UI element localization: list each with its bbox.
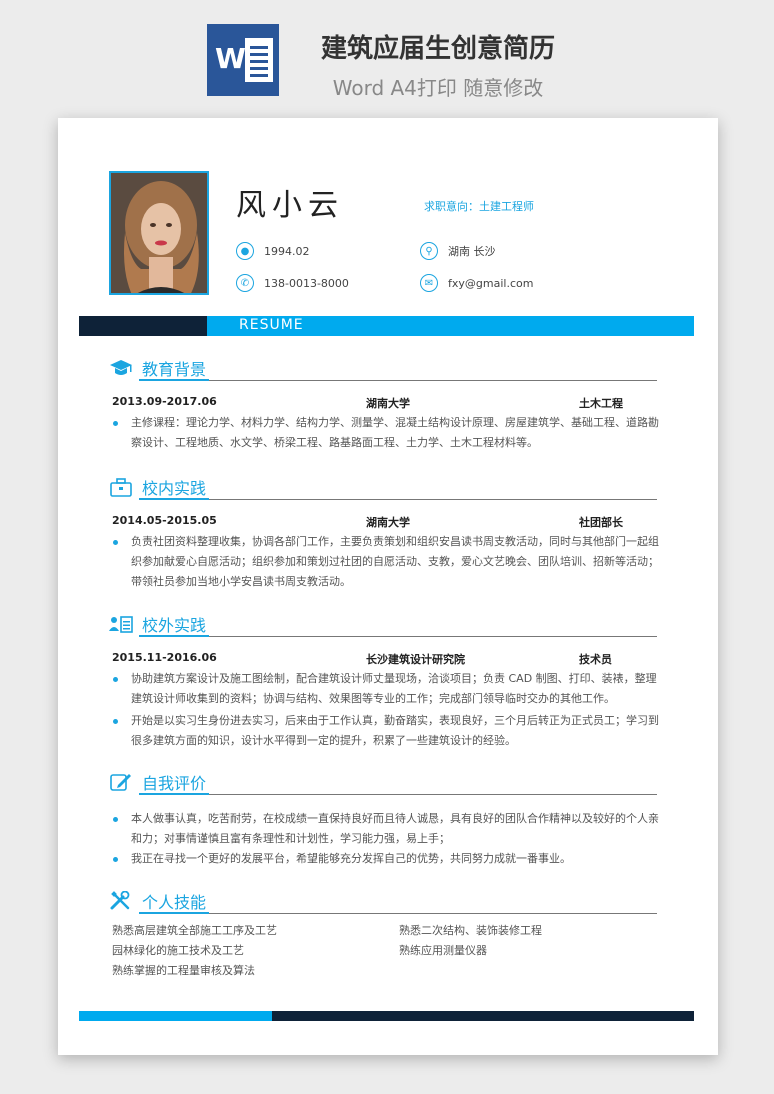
external-text-line: 很多建筑方面的知识，设计水平得到一定的提升，积累了一些建筑设计的经验。 bbox=[131, 734, 516, 747]
external-title: 校外实践 bbox=[142, 616, 207, 635]
external-org: 长沙建筑设计研究院 bbox=[366, 653, 465, 666]
skill-item: 熟悉高层建筑全部施工工序及工艺 bbox=[112, 924, 277, 937]
tools-icon bbox=[110, 891, 130, 910]
user-icon: ● bbox=[236, 242, 254, 260]
job-intent: 求职意向：土建工程师 bbox=[424, 200, 534, 213]
self-eval-bullet: 我正在寻找一个更好的发展平台，希望能够充分发挥自己的优势，共同努力成就一番事业。 bbox=[109, 849, 659, 869]
campus-text-line: 负责社团资料整理收集，协调各部门工作，主要负责策划和组织安昌读书周支教活动，同时… bbox=[131, 535, 659, 548]
education-date: 2013.09-2017.06 bbox=[112, 395, 217, 408]
education-section: 教育背景 2013.09-2017.06 湖南大学 土木工程 主修课程：理论力学… bbox=[109, 356, 659, 453]
banner-title: 建筑应届生创意简历 bbox=[320, 34, 555, 64]
campus-text-line: 带领社员参加当地小学安昌读书周支教活动。 bbox=[131, 575, 351, 588]
skills-list: 熟悉高层建筑全部施工工序及工艺 熟悉二次结构、装饰装修工程 园林绿化的施工技术及… bbox=[109, 921, 659, 981]
campus-entry: 2014.05-2015.05 湖南大学 社团部长 bbox=[109, 514, 659, 530]
self-eval-bullet: 本人做事认真，吃苦耐劳，在校成绩一直保持良好而且待人诚恳，具有良好的团队合作精神… bbox=[109, 809, 659, 849]
education-school: 湖南大学 bbox=[366, 397, 410, 410]
graduation-cap-icon bbox=[110, 360, 132, 375]
campus-role: 社团部长 bbox=[579, 516, 623, 529]
education-major: 土木工程 bbox=[579, 397, 623, 410]
resume-bar: RESUME bbox=[79, 316, 694, 336]
self-eval-text-line: 我正在寻找一个更好的发展平台，希望能够充分发挥自己的优势，共同努力成就一番事业。 bbox=[131, 852, 571, 865]
external-text-line: 协助建筑方案设计及施工图绘制，配合建筑设计师丈量现场，洽谈项目；负责 CAD 制… bbox=[131, 672, 657, 685]
phone-value: 138-0013-8000 bbox=[264, 276, 349, 290]
skills-title: 个人技能 bbox=[142, 893, 207, 912]
external-bullet: 协助建筑方案设计及施工图绘制，配合建筑设计师丈量现场，洽谈项目；负责 CAD 制… bbox=[109, 669, 659, 709]
people-list-icon bbox=[109, 616, 133, 633]
education-text-line: 察设计、工程地质、水文学、桥梁工程、路基路面工程、土力学、土木工程材料等。 bbox=[131, 436, 538, 449]
profile-photo bbox=[109, 171, 209, 295]
education-entry: 2013.09-2017.06 湖南大学 土木工程 bbox=[109, 395, 659, 411]
email-info: ✉ fxy@gmail.com bbox=[420, 274, 533, 292]
external-text-line: 建筑设计师收集到的资料；协调与结构、效果图等专业的工作；完成部门领导临时交办的其… bbox=[131, 692, 615, 705]
candidate-name: 风小云 bbox=[236, 188, 344, 223]
self-eval-text-line: 本人做事认真，吃苦耐劳，在校成绩一直保持良好而且待人诚恳，具有良好的团队合作精神… bbox=[131, 812, 659, 825]
word-logo-icon: W bbox=[207, 24, 279, 96]
footer-bar bbox=[79, 1011, 694, 1021]
external-bullet: 开始是以实习生身份进去实习，后来由于工作认真，勤奋踏实，表现良好，三个月后转正为… bbox=[109, 711, 659, 751]
self-eval-title: 自我评价 bbox=[142, 774, 207, 793]
campus-text-line: 织参加献爱心自愿活动；组织参加和策划过社团的自愿活动、支教，爱心文艺晚会、团队培… bbox=[131, 555, 659, 568]
campus-bullet: 负责社团资料整理收集，协调各部门工作，主要负责策划和组织安昌读书周支教活动，同时… bbox=[109, 532, 659, 592]
skills-section: 个人技能 熟悉高层建筑全部施工工序及工艺 熟悉二次结构、装饰装修工程 园林绿化的… bbox=[109, 889, 659, 981]
campus-section: 校内实践 2014.05-2015.05 湖南大学 社团部长 负责社团资料整理收… bbox=[109, 475, 659, 592]
campus-title: 校内实践 bbox=[142, 479, 207, 498]
campus-org: 湖南大学 bbox=[366, 516, 410, 529]
education-text-line: 主修课程：理论力学、材料力学、结构力学、测量学、混凝土结构设计原理、房屋建筑学、… bbox=[131, 416, 659, 429]
self-eval-section: 自我评价 本人做事认真，吃苦耐劳，在校成绩一直保持良好而且待人诚恳，具有良好的团… bbox=[109, 770, 659, 869]
skill-item: 熟练掌握的工程量审核及算法 bbox=[112, 964, 255, 977]
birth-value: 1994.02 bbox=[264, 244, 310, 258]
skill-item: 熟悉二次结构、装饰装修工程 bbox=[399, 924, 542, 937]
education-title: 教育背景 bbox=[142, 360, 207, 379]
location-info: ⚲ 湖南 长沙 bbox=[420, 242, 496, 260]
location-icon: ⚲ bbox=[420, 242, 438, 260]
banner-subtitle: Word A4打印 随意修改 bbox=[332, 76, 544, 100]
phone-icon: ✆ bbox=[236, 274, 254, 292]
resume-page: 风小云 求职意向：土建工程师 ● 1994.02 ⚲ 湖南 长沙 ✆ 138-0… bbox=[58, 118, 718, 1055]
word-logo-letter: W bbox=[215, 42, 246, 75]
skill-item: 园林绿化的施工技术及工艺 bbox=[112, 944, 244, 957]
self-eval-text-line: 和力；对事情谨慎且富有条理性和计划性，学习能力强，易上手； bbox=[131, 832, 450, 845]
external-date: 2015.11-2016.06 bbox=[112, 651, 217, 664]
phone-info: ✆ 138-0013-8000 bbox=[236, 274, 349, 292]
template-banner: W 建筑应届生创意简历 Word A4打印 随意修改 bbox=[0, 0, 774, 118]
email-value: fxy@gmail.com bbox=[448, 276, 534, 290]
email-icon: ✉ bbox=[420, 274, 438, 292]
skill-item: 熟练应用测量仪器 bbox=[399, 944, 487, 957]
campus-date: 2014.05-2015.05 bbox=[112, 514, 217, 527]
external-role: 技术员 bbox=[579, 653, 612, 666]
education-bullet: 主修课程：理论力学、材料力学、结构力学、测量学、混凝土结构设计原理、房屋建筑学、… bbox=[109, 413, 659, 453]
edit-icon bbox=[110, 774, 131, 791]
resume-label: RESUME bbox=[239, 317, 304, 333]
birth-info: ● 1994.02 bbox=[236, 242, 310, 260]
briefcase-icon bbox=[110, 478, 132, 497]
external-text-line: 开始是以实习生身份进去实习，后来由于工作认真，勤奋踏实，表现良好，三个月后转正为… bbox=[131, 714, 659, 727]
external-section: 校外实践 2015.11-2016.06 长沙建筑设计研究院 技术员 协助建筑方… bbox=[109, 612, 659, 751]
location-value: 湖南 长沙 bbox=[448, 245, 496, 258]
external-entry: 2015.11-2016.06 长沙建筑设计研究院 技术员 bbox=[109, 651, 659, 667]
